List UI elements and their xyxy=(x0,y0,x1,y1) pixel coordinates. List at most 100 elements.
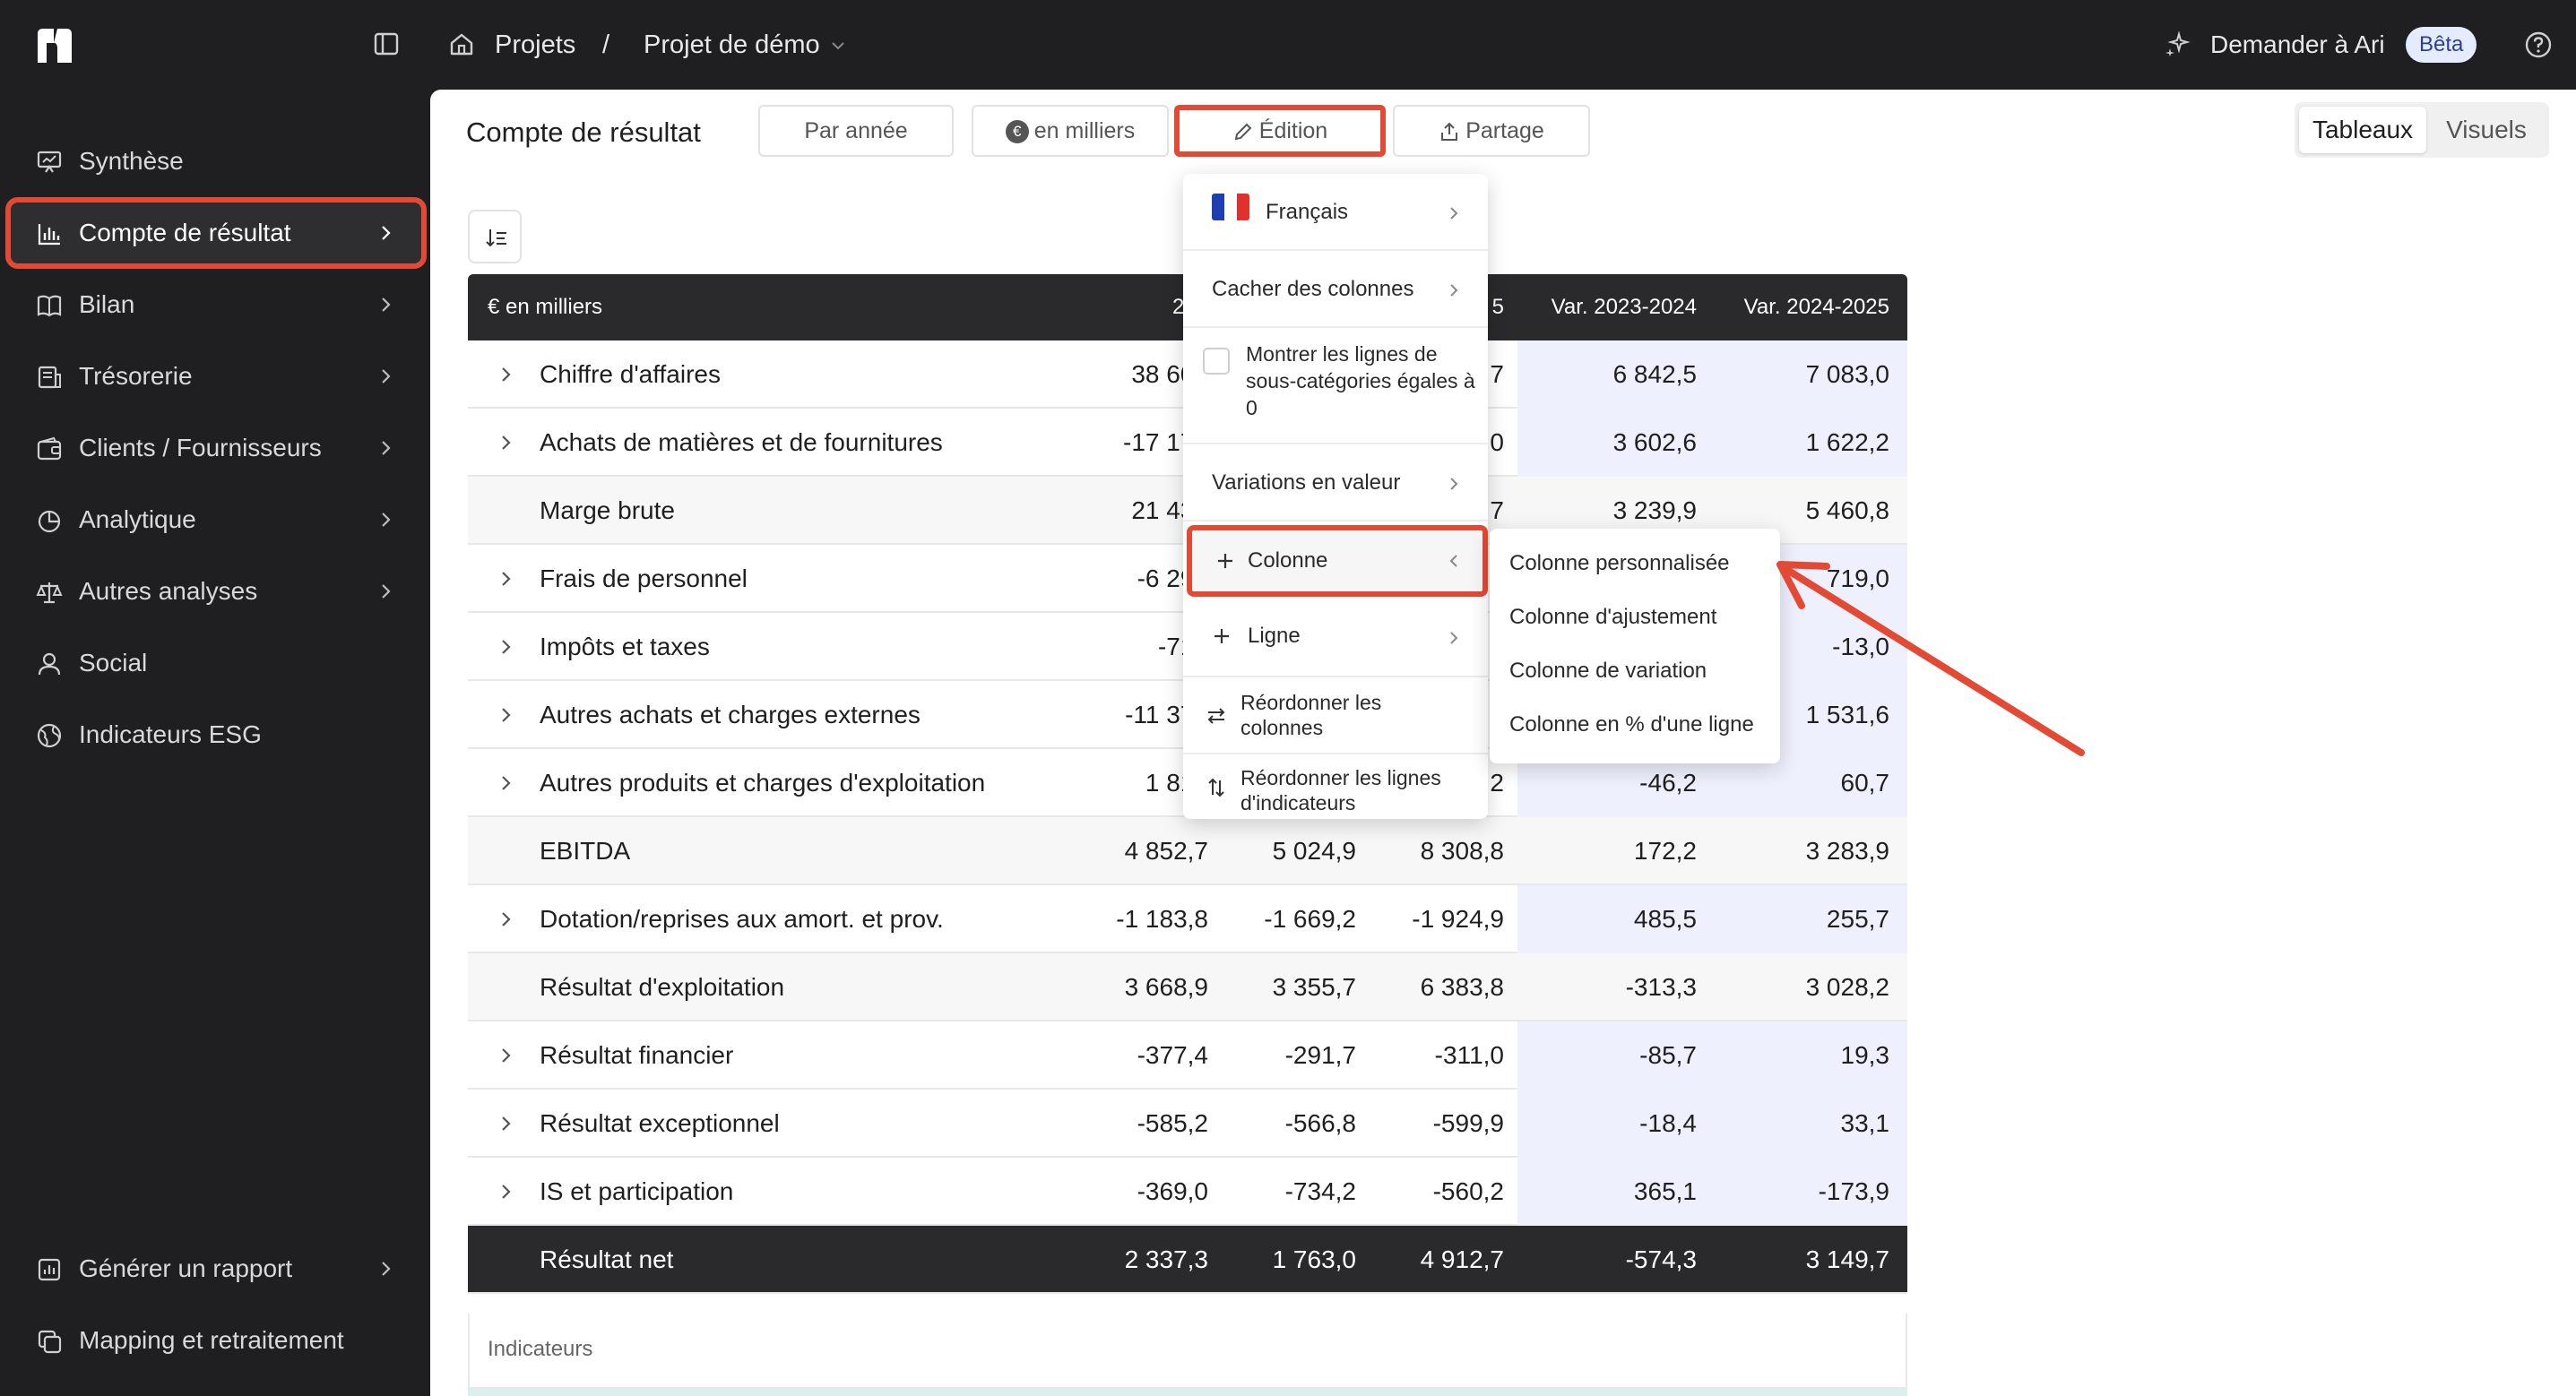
presentation-chart-icon xyxy=(37,151,62,173)
table-row[interactable]: Dotation/reprises aux amort. et prov. -1 … xyxy=(468,885,1907,953)
edition-menu: Français Cacher des colonnes Montrer les… xyxy=(1183,174,1488,819)
row-value-cell: 3 602,6 xyxy=(1612,428,1697,456)
row-label: Frais de personnel xyxy=(540,564,748,592)
tab-visuels[interactable]: Visuels xyxy=(2429,107,2544,153)
breadcrumb-projects[interactable]: Projets xyxy=(495,27,575,63)
header-var-2023-2024[interactable]: Var. 2023-2024 xyxy=(1552,274,1697,340)
tab-tableaux[interactable]: Tableaux xyxy=(2299,107,2426,153)
page-title: Compte de résultat xyxy=(466,116,701,148)
header-var-2024-2025[interactable]: Var. 2024-2025 xyxy=(1744,274,1889,340)
sidebar-item-label: Autres analyses xyxy=(79,577,258,605)
row-value-cell: -18,4 xyxy=(1639,1109,1697,1137)
sort-button[interactable] xyxy=(468,210,522,263)
sidebar-item-tresorerie[interactable]: Trésorerie xyxy=(11,346,421,407)
pie-chart-icon xyxy=(38,510,61,533)
row-value-cell: -585,2 xyxy=(1137,1109,1208,1137)
breadcrumb-project[interactable]: Projet de démo xyxy=(644,27,820,63)
table-row[interactable]: Résultat exceptionnel -585,2 -566,8 -599,9 -… xyxy=(468,1090,1907,1158)
menu-item-value-variations[interactable]: Variations en valeur xyxy=(1183,444,1488,521)
expand-chevron-icon[interactable] xyxy=(495,1181,516,1202)
ask-ari-button[interactable]: Demander à Ari xyxy=(2210,27,2385,63)
row-value-cell: 485,5 xyxy=(1633,905,1697,933)
chevron-right-icon xyxy=(1450,284,1458,297)
expand-chevron-icon[interactable] xyxy=(495,432,516,453)
sidebar-item-generer-rapport[interactable]: Générer un rapport xyxy=(11,1238,421,1299)
sidebar-item-label: Mapping et retraitement xyxy=(79,1326,344,1354)
sort-icon xyxy=(486,229,506,247)
row-value-cell: 3 668,9 xyxy=(1124,973,1208,1001)
edition-button[interactable]: Édition xyxy=(1174,105,1386,157)
sidebar-item-social[interactable]: Social xyxy=(11,633,421,694)
copy-icon xyxy=(38,1330,62,1354)
menu-item-language[interactable]: Français xyxy=(1183,174,1488,251)
sidebar-item-synthese[interactable]: Synthèse xyxy=(11,131,421,192)
breadcrumb-separator: / xyxy=(602,30,610,59)
sidebar-item-bilan[interactable]: Bilan xyxy=(11,274,421,335)
indicators-label: Indicateurs xyxy=(488,1337,593,1361)
currency-unit-button[interactable]: € en milliers xyxy=(972,105,1169,157)
row-label: Autres achats et charges externes xyxy=(540,701,921,728)
menu-item-hide-columns[interactable]: Cacher des colonnes xyxy=(1183,251,1488,328)
menu-item-reorder-rows[interactable]: Réordonner les lignes d'indicateurs xyxy=(1183,754,1488,819)
table-row[interactable]: Résultat financier -377,4 -291,7 -311,0 -85,… xyxy=(468,1021,1907,1090)
chevron-down-icon[interactable] xyxy=(830,38,846,54)
sidebar-item-mapping-retraitement[interactable]: Mapping et retraitement xyxy=(11,1310,421,1371)
table-row: Résultat net 2 337,3 1 763,0 4 912,7 -574,3 3… xyxy=(468,1226,1907,1294)
menu-item-add-row[interactable]: Ligne xyxy=(1183,600,1488,677)
expand-chevron-icon[interactable] xyxy=(495,1045,516,1066)
table-row: Résultat d'exploitation 3 668,9 3 355,7 6 3… xyxy=(468,953,1907,1021)
show-zero-rows-checkbox[interactable] xyxy=(1203,348,1230,375)
sidebar-item-label: Analytique xyxy=(79,505,196,533)
row-value-cell: 3 355,7 xyxy=(1272,973,1356,1001)
user-icon xyxy=(38,652,61,676)
chevron-right-icon xyxy=(382,513,391,527)
header-year-3[interactable]: 5 xyxy=(1492,274,1504,340)
row-value-cell: -377,4 xyxy=(1137,1041,1208,1069)
home-icon[interactable] xyxy=(448,30,475,57)
table-row[interactable]: IS et participation -369,0 -734,2 -560,2 365… xyxy=(468,1158,1907,1226)
expand-chevron-icon[interactable] xyxy=(495,1113,516,1134)
expand-chevron-icon[interactable] xyxy=(495,704,516,726)
expand-chevron-icon[interactable] xyxy=(495,636,516,658)
submenu-item-percent-column[interactable]: Colonne en % d'une ligne xyxy=(1509,711,1754,738)
chevron-right-icon xyxy=(382,369,391,383)
sidebar-item-indicateurs-esg[interactable]: Indicateurs ESG xyxy=(11,704,421,765)
submenu-item-variation-column[interactable]: Colonne de variation xyxy=(1509,658,1707,685)
chevron-right-icon xyxy=(1450,207,1458,220)
menu-item-show-zero-rows[interactable]: Montrer les lignes de sous-catégories ég… xyxy=(1183,328,1488,444)
sidebar-item-autres-analyses[interactable]: Autres analyses xyxy=(11,561,421,622)
row-value-cell: -1 924,9 xyxy=(1412,905,1504,933)
sidebar-item-clients-fournisseurs[interactable]: Clients / Fournisseurs xyxy=(11,418,421,478)
expand-chevron-icon[interactable] xyxy=(495,909,516,930)
menu-item-add-column[interactable]: Colonne xyxy=(1187,525,1488,597)
row-value-cell: 255,7 xyxy=(1826,905,1889,933)
expand-chevron-icon[interactable] xyxy=(495,568,516,590)
sidebar-item-analytique[interactable]: Analytique xyxy=(11,489,421,550)
sidebar-toggle-icon[interactable] xyxy=(373,30,400,57)
partage-button[interactable]: Partage xyxy=(1393,105,1590,157)
row-value-cell: 4 912,7 xyxy=(1420,1245,1504,1273)
scale-icon xyxy=(36,582,63,604)
chevron-right-icon xyxy=(382,1262,391,1276)
currency-unit-label: en milliers xyxy=(1033,118,1136,143)
row-value-cell: 3 283,9 xyxy=(1805,837,1889,865)
pencil-icon xyxy=(1234,123,1252,141)
indicator-row[interactable] xyxy=(468,1389,1907,1396)
sidebar-item-label: Générer un rapport xyxy=(79,1254,293,1282)
menu-item-reorder-columns[interactable]: Réordonner les colonnes xyxy=(1183,677,1488,754)
row-value-cell: -574,3 xyxy=(1625,1245,1697,1273)
expand-chevron-icon[interactable] xyxy=(495,772,516,794)
sidebar-item-compte-de-resultat[interactable]: Compte de résultat xyxy=(5,197,427,269)
help-icon[interactable] xyxy=(2524,30,2553,59)
par-annee-button[interactable]: Par année xyxy=(758,105,954,157)
submenu-item-custom-column[interactable]: Colonne personnalisée xyxy=(1509,550,1730,577)
row-label: Autres produits et charges d'exploitatio… xyxy=(540,769,986,797)
menu-item-label: Cacher des colonnes xyxy=(1212,277,1414,301)
row-value-cell: 6 383,8 xyxy=(1420,973,1504,1001)
row-label: Impôts et taxes xyxy=(540,633,710,660)
row-value-cell: 0 xyxy=(1490,428,1504,456)
row-value-cell: 5 460,8 xyxy=(1805,496,1889,524)
submenu-item-adjustment-column[interactable]: Colonne d'ajustement xyxy=(1509,604,1716,631)
expand-chevron-icon[interactable] xyxy=(495,364,516,385)
app-logo-icon[interactable] xyxy=(34,25,75,66)
